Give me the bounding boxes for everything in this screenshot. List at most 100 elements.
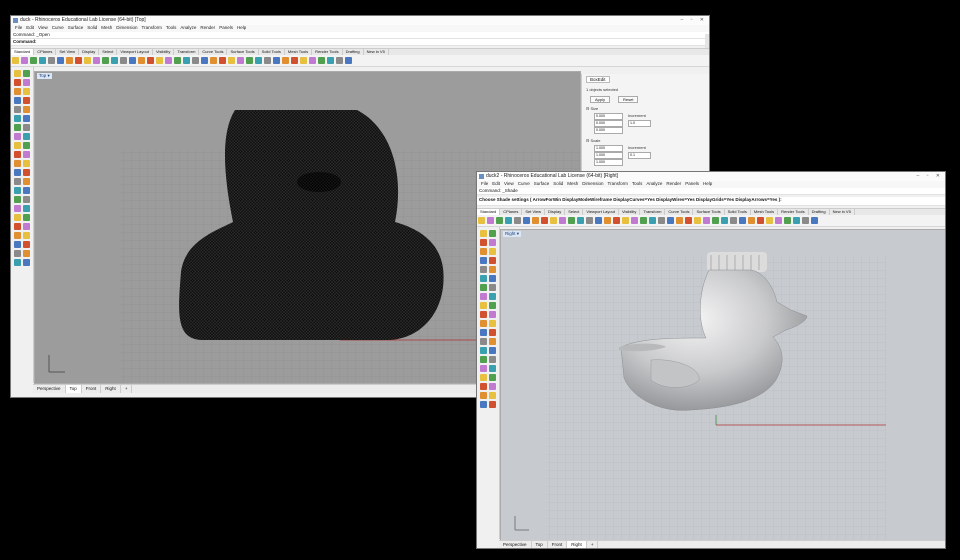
toolbar-tool-icon[interactable] [282,57,289,64]
size-x-field[interactable]: 0.000 [594,113,623,120]
toolbar-tool-icon[interactable] [156,57,163,64]
left-tool-icon[interactable] [480,266,487,273]
left-tool-icon[interactable] [489,356,496,363]
toolbar-tool-icon[interactable] [39,57,46,64]
toolbar-tool-icon[interactable] [631,217,638,224]
menu-item-panels[interactable]: Panels [685,181,699,186]
left-tool-icon[interactable] [23,214,30,221]
toolbar-tool-icon[interactable] [318,57,325,64]
toolbar-tool-icon[interactable] [219,57,226,64]
toolbar-tool-icon[interactable] [514,217,521,224]
left-tool-icon[interactable] [23,178,30,185]
left-tool-icon[interactable] [480,383,487,390]
viewport-right[interactable]: Right ▾ [500,229,945,542]
toolbar-tool-icon[interactable] [577,217,584,224]
left-tool-icon[interactable] [480,293,487,300]
left-tool-icon[interactable] [480,365,487,372]
toolbar-tool-icon[interactable] [586,217,593,224]
menu-item-dimension[interactable]: Dimension [116,25,137,30]
menu-item-mesh[interactable]: Mesh [101,25,112,30]
menu-item-view[interactable]: View [504,181,514,186]
toolbar-tool-icon[interactable] [694,217,701,224]
toolbar-tool-icon[interactable] [102,57,109,64]
left-tool-icon[interactable] [14,160,21,167]
toolbar-tool-icon[interactable] [183,57,190,64]
left-tool-icon[interactable] [14,115,21,122]
left-tool-icon[interactable] [23,250,30,257]
toolbar-tool-icon[interactable] [748,217,755,224]
viewport-tab-top[interactable]: Top [65,385,82,393]
menu-item-edit[interactable]: Edit [26,25,34,30]
toolbar-tool-icon[interactable] [165,57,172,64]
left-tool-icon[interactable] [480,392,487,399]
toolbar-tool-icon[interactable] [57,57,64,64]
rhino-window-duck2[interactable]: duck2 - Rhinoceros Educational Lab Licen… [476,171,946,549]
toolbar-tool-icon[interactable] [595,217,602,224]
left-tool-icon[interactable] [23,79,30,86]
apply-button[interactable]: Apply [590,96,611,103]
left-tool-icon[interactable] [489,275,496,282]
menu-item-curve[interactable]: Curve [52,25,64,30]
toolbar-tool-icon[interactable] [505,217,512,224]
left-tool-icon[interactable] [489,284,496,291]
menu-item-analyze[interactable]: Analyze [646,181,662,186]
reset-button[interactable]: Reset [618,96,639,103]
toolbar-tool-icon[interactable] [273,57,280,64]
left-tool-icon[interactable] [480,257,487,264]
menu-item-mesh[interactable]: Mesh [567,181,578,186]
menu-item-help[interactable]: Help [237,25,246,30]
toolbar-tool-icon[interactable] [345,57,352,64]
left-tool-icon[interactable] [480,320,487,327]
left-tool-icon[interactable] [489,239,496,246]
left-tool-icon[interactable] [480,374,487,381]
menu-item-render[interactable]: Render [200,25,215,30]
left-tool-icon[interactable] [23,205,30,212]
menu-item-edit[interactable]: Edit [492,181,500,186]
left-tool-icon[interactable] [14,214,21,221]
left-tool-icon[interactable] [14,151,21,158]
left-tool-icon[interactable] [480,230,487,237]
viewport-tab-top[interactable]: Top [532,541,548,548]
left-tool-icon[interactable] [489,293,496,300]
toolbar-tool-icon[interactable] [66,57,73,64]
left-tool-icon[interactable] [23,106,30,113]
toolbar-tool-icon[interactable] [559,217,566,224]
add-viewport-tab-button[interactable]: + [121,385,133,393]
toolbar-tool-icon[interactable] [111,57,118,64]
left-tool-icon[interactable] [14,223,21,230]
toolbar-tool-icon[interactable] [676,217,683,224]
left-tool-icon[interactable] [14,259,21,266]
size-y-field[interactable]: 0.000 [594,120,623,127]
left-tool-icon[interactable] [23,187,30,194]
toolbar-tool-icon[interactable] [775,217,782,224]
left-tool-icon[interactable] [489,266,496,273]
toolbar-tool-icon[interactable] [757,217,764,224]
toolbar-tool-icon[interactable] [300,57,307,64]
left-tool-icon[interactable] [14,97,21,104]
toolbar-tool-icon[interactable] [739,217,746,224]
toolbar-tool-icon[interactable] [487,217,494,224]
left-tool-icon[interactable] [489,302,496,309]
menu-item-tools[interactable]: Tools [166,25,177,30]
increment-field[interactable]: 1.0 [628,120,651,127]
toolbar-tool-icon[interactable] [532,217,539,224]
left-tool-icon[interactable] [480,302,487,309]
toolbar-tool-icon[interactable] [685,217,692,224]
left-tool-icon[interactable] [489,374,496,381]
left-tool-icon[interactable] [14,241,21,248]
toolbar-tool-icon[interactable] [541,217,548,224]
toolbar-tool-icon[interactable] [210,57,217,64]
menu-item-surface[interactable]: Surface [534,181,550,186]
left-tool-icon[interactable] [489,230,496,237]
toolbar-tool-icon[interactable] [327,57,334,64]
left-tool-icon[interactable] [489,248,496,255]
toolbar-tool-icon[interactable] [703,217,710,224]
left-tool-icon[interactable] [480,248,487,255]
left-tool-icon[interactable] [489,365,496,372]
left-tool-icon[interactable] [23,133,30,140]
panel-tab-boxedit[interactable]: BoxEdit [586,76,610,83]
left-tool-icon[interactable] [14,178,21,185]
toolbar-tool-icon[interactable] [255,57,262,64]
toolbar-tool-icon[interactable] [84,57,91,64]
menu-item-curve[interactable]: Curve [518,181,530,186]
